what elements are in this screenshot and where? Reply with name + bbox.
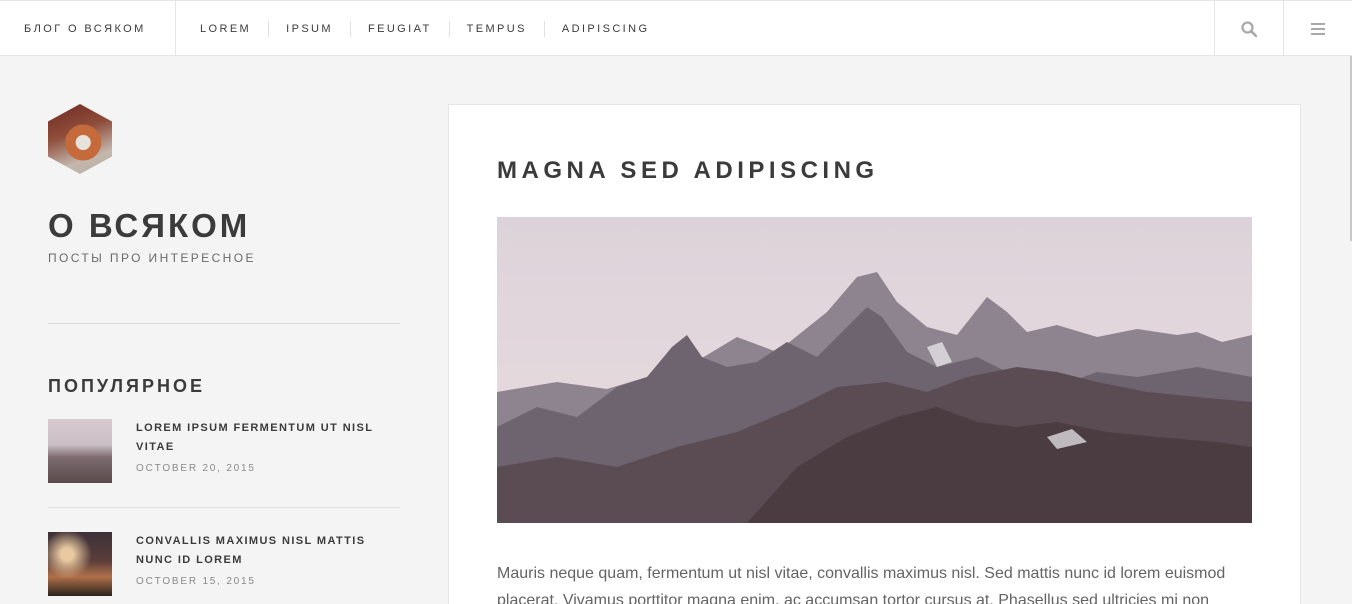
top-navigation-bar: БЛОГ О ВСЯКОМ LOREM IPSUM FEUGIAT TEMPUS…	[0, 0, 1352, 56]
nav-item-tempus[interactable]: TEMPUS	[448, 20, 544, 37]
site-title: О ВСЯКОМ	[48, 207, 251, 244]
popular-separator	[48, 507, 400, 508]
post-title-link[interactable]: CONVALLIS MAXIMUS NISL MATTIS NUNC ID LO…	[136, 532, 386, 570]
site-subtitle: ПОСТЫ ПРО ИНТЕРЕСНОЕ	[48, 251, 256, 265]
search-button[interactable]	[1214, 1, 1283, 56]
post-thumbnail[interactable]	[48, 419, 112, 483]
nav-item-feugiat[interactable]: FEUGIAT	[349, 20, 449, 37]
nav-item-adipiscing[interactable]: ADIPISCING	[543, 20, 667, 37]
popular-post[interactable]: CONVALLIS MAXIMUS NISL MATTIS NUNC ID LO…	[48, 532, 400, 596]
mountain-landscape-image[interactable]	[497, 217, 1252, 523]
sidebar-divider	[48, 323, 400, 324]
post-title-link[interactable]: LOREM IPSUM FERMENTUM UT NISL VITAE	[136, 419, 386, 457]
search-icon	[1241, 20, 1257, 37]
post-date: OCTOBER 15, 2015	[136, 576, 256, 587]
popular-post[interactable]: LOREM IPSUM FERMENTUM UT NISL VITAE OCTO…	[48, 419, 400, 483]
main-nav: LOREM IPSUM FEUGIAT TEMPUS ADIPISCING	[176, 1, 666, 56]
fox-logo[interactable]	[48, 104, 112, 174]
brand-link[interactable]: БЛОГ О ВСЯКОМ	[0, 1, 176, 56]
article-body: Mauris neque quam, fermentum ut nisl vit…	[497, 565, 1226, 604]
article-card: MAGNA SED ADIPISCING Mauris neque quam, …	[448, 104, 1301, 604]
post-date: OCTOBER 20, 2015	[136, 463, 256, 474]
article-title[interactable]: MAGNA SED ADIPISCING	[497, 157, 879, 185]
nav-item-ipsum[interactable]: IPSUM	[268, 20, 350, 37]
nav-item-lorem[interactable]: LOREM	[176, 21, 268, 37]
hamburger-menu-icon	[1311, 22, 1325, 35]
popular-heading: ПОПУЛЯРНОЕ	[48, 376, 205, 396]
post-thumbnail[interactable]	[48, 532, 112, 596]
menu-button[interactable]	[1283, 1, 1352, 56]
